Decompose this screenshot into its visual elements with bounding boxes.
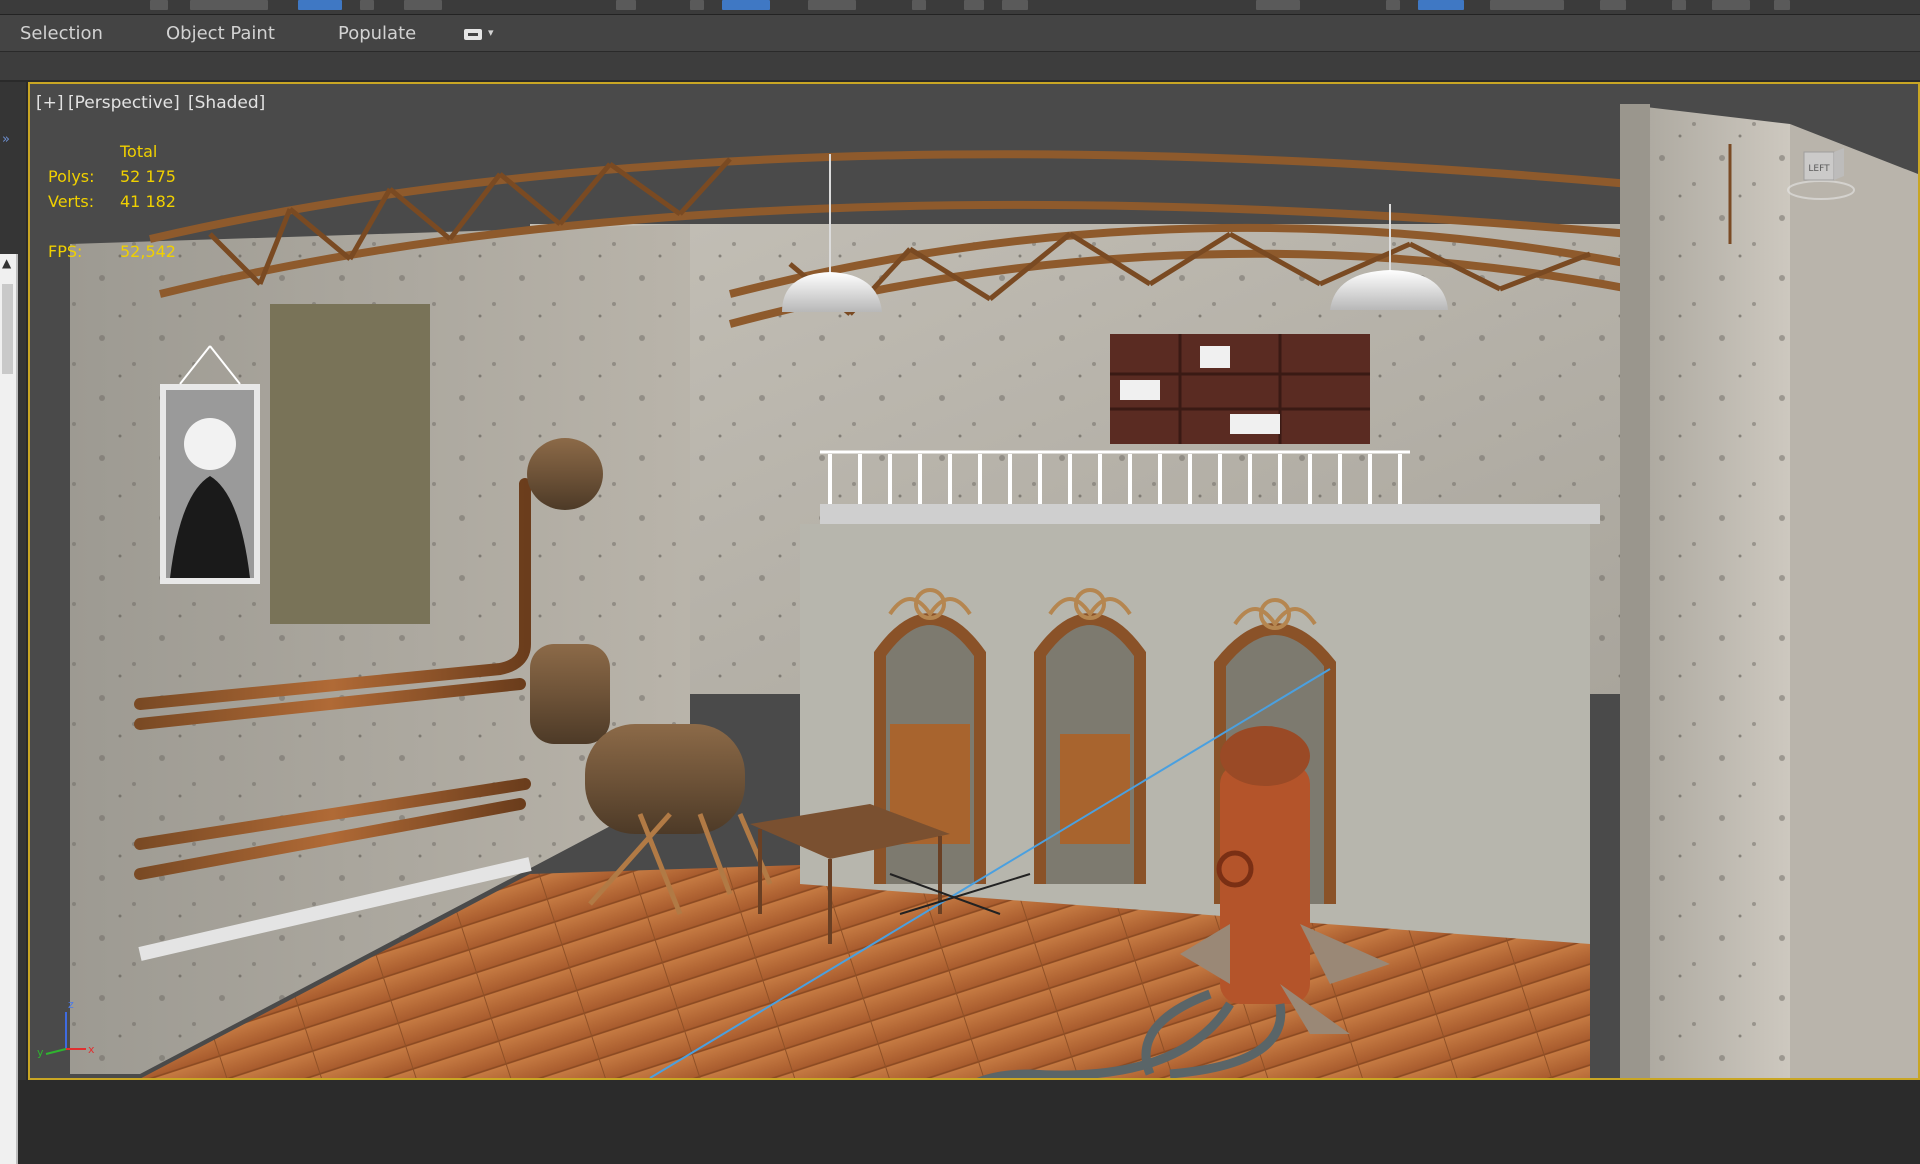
side-scrollbar[interactable]: ▲ (0, 254, 18, 1164)
viewport-point-of-view-label[interactable]: [Perspective] (68, 93, 180, 113)
stats-fps-label: FPS: (48, 242, 83, 261)
workspace-icon[interactable] (1672, 0, 1686, 10)
schematic-view-icon[interactable] (1256, 0, 1300, 10)
scroll-thumb[interactable] (2, 284, 13, 374)
stats-verts-label: Verts: (48, 192, 95, 211)
rendered-frame-icon[interactable] (1490, 0, 1528, 10)
material-editor-icon[interactable] (1386, 0, 1400, 10)
percent-snap-icon[interactable] (722, 0, 770, 10)
axis-z-label: z (68, 998, 74, 1011)
render-setup-icon[interactable] (1418, 0, 1464, 10)
keyboard-icon (464, 29, 482, 40)
stats-verts-value: 41 182 (120, 192, 176, 211)
viewcube-face-label[interactable]: LEFT (1808, 164, 1830, 174)
select-object-icon[interactable] (150, 0, 168, 10)
stats-fps-value: 52,542 (120, 242, 176, 261)
viewport-shading-label[interactable]: [Shaded] (188, 93, 265, 113)
tab-selection[interactable]: Selection (20, 23, 103, 44)
stats-polys-label: Polys: (48, 167, 95, 186)
ribbon-panel (0, 52, 1920, 82)
render-icon[interactable] (1526, 0, 1564, 10)
rotate-icon[interactable] (360, 0, 374, 10)
layer-icon[interactable] (964, 0, 984, 10)
scene-render[interactable] (30, 84, 1918, 1078)
ribbon-tab-bar: Selection Object Paint Populate ▾ (0, 15, 1920, 52)
perspective-viewport[interactable]: [+] [Perspective] [Shaded] Total Polys: … (28, 82, 1920, 1080)
axis-y-label: y (37, 1046, 44, 1059)
curve-editor-icon[interactable] (1002, 0, 1028, 10)
snap-icon[interactable] (616, 0, 636, 10)
selection-filter-icon[interactable] (190, 0, 268, 10)
axis-tripod: z y x (37, 998, 95, 1059)
mirror-icon[interactable] (808, 0, 856, 10)
tab-populate[interactable]: Populate (338, 23, 416, 44)
left-side-strip: » ▲ (0, 82, 26, 1164)
main-toolbar (0, 0, 1920, 15)
stats-header: Total (120, 142, 158, 161)
ribbon-options-dropdown[interactable]: ▾ (460, 26, 500, 44)
expand-panel-icon[interactable]: » (2, 132, 10, 147)
scroll-up-icon[interactable]: ▲ (2, 256, 11, 270)
align-icon[interactable] (912, 0, 926, 10)
render-dropdown-icon[interactable] (1600, 0, 1626, 10)
stats-polys-value: 52 175 (120, 167, 176, 186)
axis-x-label: x (88, 1043, 95, 1056)
select-move-icon[interactable] (298, 0, 342, 10)
chevron-down-icon: ▾ (488, 26, 494, 39)
viewcube[interactable]: LEFT (1786, 146, 1856, 202)
angle-snap-icon[interactable] (690, 0, 704, 10)
toolbar-overflow-icon[interactable] (1774, 0, 1790, 10)
workspace-selector-icon[interactable] (1712, 0, 1750, 10)
tab-object-paint[interactable]: Object Paint (166, 23, 275, 44)
scale-icon[interactable] (404, 0, 442, 10)
viewport-menu-plus[interactable]: [+] (36, 93, 64, 113)
